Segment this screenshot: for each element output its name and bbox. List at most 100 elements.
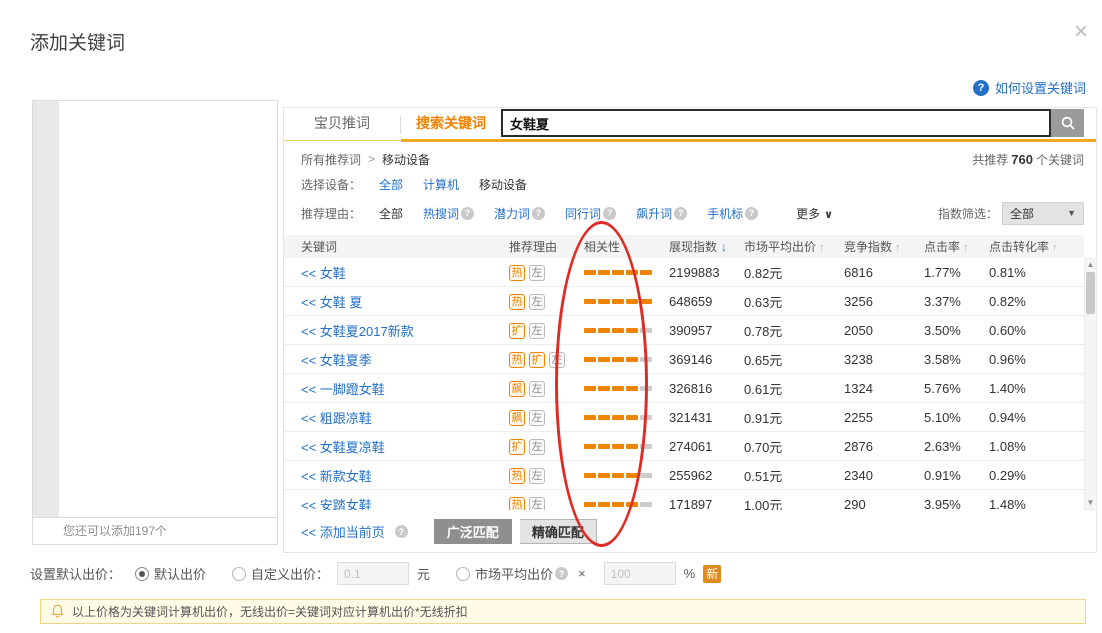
reason-option-label: 手机标 <box>707 205 743 222</box>
competition-value: 2340 <box>844 468 924 483</box>
remaining-count-label: 您还可以添加197个 <box>33 517 277 544</box>
table-row: << 女鞋 夏热左6486590.63元32563.37%0.82% <box>284 287 1084 316</box>
index-filter-select[interactable]: 全部 ▼ <box>1002 202 1084 225</box>
sort-ascending-icon[interactable]: ↑ <box>623 242 629 254</box>
ctr-value: 3.50% <box>924 323 989 338</box>
table-scrollbar[interactable]: ▲ ▼ <box>1084 258 1097 510</box>
keyword-link[interactable]: << 安踏女鞋 <box>284 495 509 511</box>
relevance-bar-filled <box>626 328 638 333</box>
scrollbar-thumb[interactable] <box>1086 272 1095 314</box>
market-avg-bid-radio[interactable] <box>456 567 470 581</box>
relevance-bar-filled <box>584 473 596 478</box>
exact-match-button[interactable]: 精确匹配 <box>520 519 597 544</box>
device-option-全部[interactable]: 全部 <box>379 176 403 193</box>
help-icon[interactable]: ? <box>674 207 687 220</box>
help-link-label: 如何设置关键词 <box>995 78 1086 97</box>
column-header-市场平均出价[interactable]: 市场平均出价↑ <box>744 238 844 255</box>
keyword-link[interactable]: << 女鞋 夏 <box>284 292 509 311</box>
keyword-link[interactable]: << 女鞋夏季 <box>284 350 509 369</box>
device-option-计算机[interactable]: 计算机 <box>423 176 459 193</box>
keyword-link[interactable]: << 女鞋夏2017新款 <box>284 321 509 340</box>
relevance-bars <box>584 415 669 420</box>
reason-option-同行词[interactable]: 同行词? <box>565 205 616 222</box>
help-icon[interactable]: ? <box>461 207 474 220</box>
market-percent-input[interactable] <box>604 562 676 585</box>
reason-badges: 热左 <box>509 496 584 511</box>
reason-option-热搜词[interactable]: 热搜词? <box>423 205 474 222</box>
add-current-page-link[interactable]: << 添加当前页 <box>301 522 385 541</box>
market-avg-help-icon[interactable]: ? <box>555 567 568 580</box>
relevance-bar-filled <box>640 270 652 275</box>
relevance-bar-filled <box>612 502 624 507</box>
reason-badge-飙: 飙 <box>509 410 525 426</box>
help-icon[interactable]: ? <box>603 207 616 220</box>
close-icon[interactable]: × <box>1074 20 1088 44</box>
device-option-移动设备[interactable]: 移动设备 <box>479 176 527 193</box>
reason-option-飙升词[interactable]: 飙升词? <box>636 205 687 222</box>
impressions-value: 255962 <box>669 468 744 483</box>
search-button[interactable] <box>1051 109 1084 137</box>
bid-section-label: 设置默认出价： <box>30 564 121 583</box>
column-header-竞争指数[interactable]: 竞争指数↑ <box>844 238 924 255</box>
reason-badge-左: 左 <box>529 265 545 281</box>
column-header-点击转化率[interactable]: 点击转化率↑ <box>989 238 1084 255</box>
keyword-link[interactable]: << 粗跟凉鞋 <box>284 408 509 427</box>
relevance-bar-filled <box>626 415 638 420</box>
help-icon[interactable]: ? <box>745 207 758 220</box>
keyword-link[interactable]: << 女鞋 <box>284 263 509 282</box>
device-filter-label: 选择设备： <box>301 176 379 193</box>
reason-option-手机标[interactable]: 手机标? <box>707 205 758 222</box>
reason-option-全部[interactable]: 全部 <box>379 205 403 222</box>
default-bid-radio[interactable] <box>135 567 149 581</box>
scroll-up-icon[interactable]: ▲ <box>1085 260 1096 270</box>
impressions-value: 326816 <box>669 381 744 396</box>
table-footer: << 添加当前页 ? 广泛匹配 精确匹配 <box>284 519 1096 544</box>
cvr-value: 0.82% <box>989 294 1084 309</box>
reason-badge-热: 热 <box>509 497 525 511</box>
index-filter-value: 全部 <box>1010 205 1034 222</box>
column-header-展现指数[interactable]: 展现指数↓ <box>669 238 744 255</box>
tab-bar: 宝贝推词 搜索关键词 <box>284 108 1096 141</box>
keyword-search-input[interactable] <box>501 109 1051 137</box>
relevance-bar-filled <box>584 299 596 304</box>
keyword-link[interactable]: << 一脚蹬女鞋 <box>284 379 509 398</box>
help-link[interactable]: ? 如何设置关键词 <box>973 78 1086 97</box>
column-header-相关性[interactable]: 相关性↑ <box>584 238 669 255</box>
keyword-link[interactable]: << 女鞋夏凉鞋 <box>284 437 509 456</box>
relevance-bar-filled <box>640 299 652 304</box>
sort-ascending-icon[interactable]: ↑ <box>895 242 901 254</box>
custom-bid-radio[interactable] <box>232 567 246 581</box>
cvr-value: 0.94% <box>989 410 1084 425</box>
cvr-value: 0.29% <box>989 468 1084 483</box>
add-page-help-icon[interactable]: ? <box>395 525 408 538</box>
tab-search-keyword[interactable]: 搜索关键词 <box>401 108 501 141</box>
relevance-bar-filled <box>598 328 610 333</box>
column-header-关键词: 关键词 <box>284 238 509 255</box>
reason-option-潜力词[interactable]: 潜力词? <box>494 205 545 222</box>
broad-match-button[interactable]: 广泛匹配 <box>434 519 512 544</box>
help-icon[interactable]: ? <box>532 207 545 220</box>
column-header-点击率[interactable]: 点击率↑ <box>924 238 989 255</box>
sort-descending-icon[interactable]: ↓ <box>721 240 727 254</box>
sort-ascending-icon[interactable]: ↑ <box>1052 242 1058 254</box>
table-row: << 新款女鞋热左2559620.51元23400.91%0.29% <box>284 461 1084 490</box>
impressions-value: 321431 <box>669 410 744 425</box>
relevance-bars <box>584 473 669 478</box>
index-filter-label: 指数筛选： <box>938 205 998 222</box>
chevron-down-icon: ∨ <box>824 209 833 221</box>
breadcrumb-parent[interactable]: 所有推荐词 <box>301 151 361 168</box>
scroll-down-icon[interactable]: ▼ <box>1085 498 1096 508</box>
keyword-link[interactable]: << 新款女鞋 <box>284 466 509 485</box>
sort-ascending-icon[interactable]: ↑ <box>963 242 969 254</box>
custom-bid-input[interactable] <box>337 562 409 585</box>
more-filters-link[interactable]: 更多∨ <box>796 205 833 222</box>
table-row: << 女鞋热左21998830.82元68161.77%0.81% <box>284 258 1084 287</box>
avg-price-value: 0.61元 <box>744 379 844 398</box>
relevance-bar-filled <box>584 502 596 507</box>
sort-ascending-icon[interactable]: ↑ <box>819 242 825 254</box>
competition-value: 3238 <box>844 352 924 367</box>
ctr-value: 5.10% <box>924 410 989 425</box>
reason-badges: 热扩左 <box>509 351 584 368</box>
tab-item-recommend[interactable]: 宝贝推词 <box>284 108 400 141</box>
relevance-bar-filled <box>612 444 624 449</box>
